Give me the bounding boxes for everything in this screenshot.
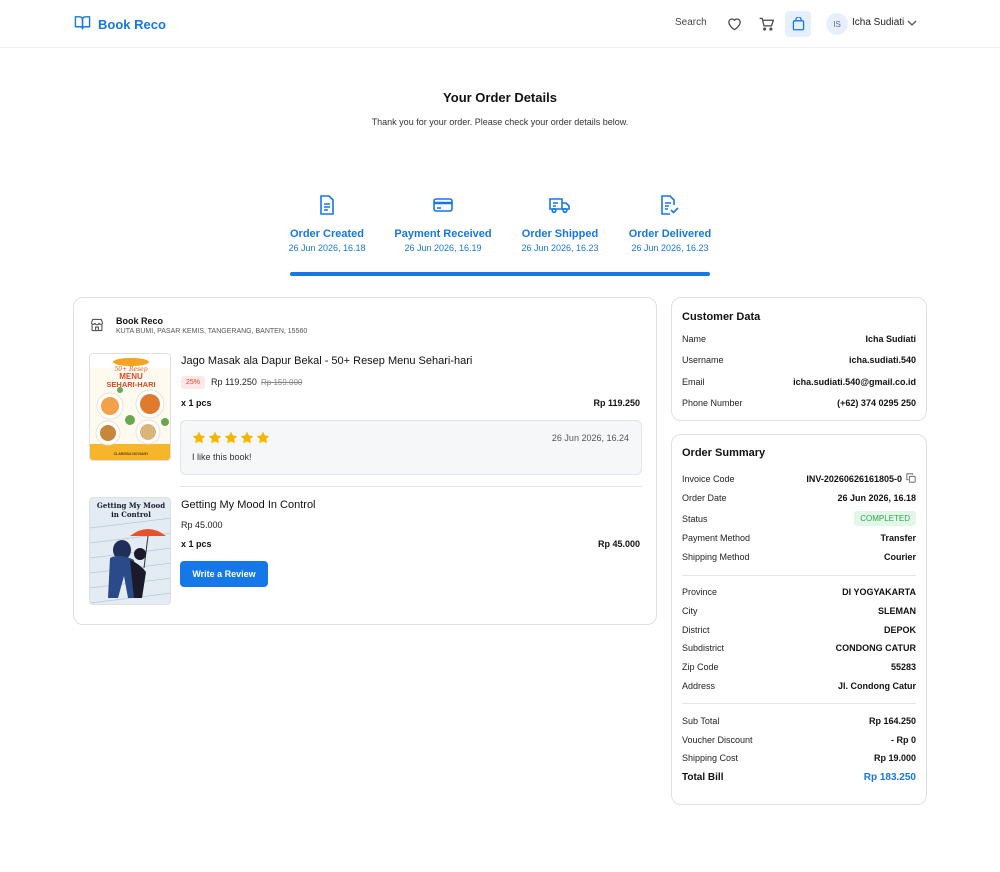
book-cover-image[interactable]: Getting My Mood in Control bbox=[89, 497, 171, 605]
summary-row-city: City SLEMAN bbox=[682, 606, 916, 616]
search-link[interactable]: Search bbox=[675, 17, 707, 28]
review-text: I like this book! bbox=[192, 452, 252, 462]
summary-row-order-date: Order Date 26 Jun 2026, 16.18 bbox=[682, 493, 916, 503]
summary-divider bbox=[682, 703, 916, 704]
summary-row-status: Status COMPLETED bbox=[682, 511, 916, 526]
summary-row-shipping: Shipping Method Courier bbox=[682, 552, 916, 562]
book-title[interactable]: Jago Masak ala Dapur Bekal - 50+ Resep M… bbox=[181, 355, 472, 367]
invoice-code: INV-20260626161805-0 bbox=[806, 474, 902, 484]
status-badge: COMPLETED bbox=[854, 511, 916, 526]
order-summary-card: Order Summary Invoice Code INV-202606261… bbox=[671, 434, 927, 805]
brand-name: Book Reco bbox=[98, 16, 166, 32]
star-icon bbox=[192, 431, 206, 444]
customer-row-name: Name Icha Sudiati bbox=[682, 334, 916, 344]
customer-data-card: Customer Data Name Icha Sudiati Username i… bbox=[671, 297, 927, 421]
customer-row-username: Username icha.sudiati.540 bbox=[682, 355, 916, 365]
cart-icon[interactable] bbox=[754, 12, 778, 36]
discount-badge: 25% bbox=[181, 376, 206, 389]
book-open-icon bbox=[74, 15, 91, 33]
page-title: Your Order Details bbox=[443, 90, 557, 105]
summary-row-address: Address Jl. Condong Catur bbox=[682, 681, 916, 691]
summary-row-district: District DEPOK bbox=[682, 625, 916, 635]
star-icon bbox=[240, 431, 254, 444]
step-order-delivered: Order Delivered 26 Jun 2026, 16.23 bbox=[600, 195, 740, 253]
star-icon bbox=[224, 431, 238, 444]
summary-row-shipping-cost: Shipping Cost Rp 19.000 bbox=[682, 753, 916, 763]
item-total: Rp 119.250 bbox=[593, 398, 640, 408]
summary-row-payment: Payment Method Transfer bbox=[682, 533, 916, 543]
page-subtitle: Thank you for your order. Please check y… bbox=[371, 117, 629, 127]
item-total: Rp 45.000 bbox=[597, 539, 640, 549]
review-box: 26 Jun 2026, 16.24 I like this book! bbox=[180, 420, 642, 475]
chevron-down-icon[interactable] bbox=[907, 18, 917, 30]
summary-row-subtotal: Sub Total Rp 164.250 bbox=[682, 716, 916, 726]
item-quantity: x 1 pcs bbox=[181, 539, 212, 549]
document-check-icon bbox=[600, 195, 740, 217]
user-name[interactable]: Icha Sudiati bbox=[852, 17, 904, 28]
item-price: Rp 45.000 bbox=[181, 520, 223, 530]
summary-row-subdistrict: Subdistrict CONDONG CATUR bbox=[682, 643, 916, 653]
shopping-bag-icon[interactable] bbox=[785, 11, 811, 37]
copy-icon[interactable] bbox=[906, 473, 916, 485]
cover-author: CLARISSA NOVIANY bbox=[114, 452, 149, 456]
avatar[interactable]: IS bbox=[826, 13, 848, 35]
summary-divider bbox=[682, 575, 916, 576]
item-divider bbox=[180, 486, 642, 487]
step-label: Order Delivered bbox=[628, 228, 712, 240]
cover-title-line2: SEHARI-HARI bbox=[106, 380, 155, 389]
card-title: Order Summary bbox=[682, 447, 766, 459]
store-address: KUTA BUMI, PASAR KEMIS, TANGERANG, BANTE… bbox=[116, 328, 308, 335]
customer-row-phone: Phone Number (+62) 374 0295 250 bbox=[682, 398, 916, 408]
order-items-card: Book Reco KUTA BUMI, PASAR KEMIS, TANGER… bbox=[73, 297, 657, 625]
order-progress-bar bbox=[290, 272, 710, 276]
star-icon bbox=[208, 431, 222, 444]
summary-row-invoice: Invoice Code INV-20260626161805-0 bbox=[682, 473, 916, 485]
cover-title-line1: Getting My Mood bbox=[97, 501, 165, 510]
card-title: Customer Data bbox=[682, 311, 761, 323]
heart-icon[interactable] bbox=[722, 12, 746, 36]
cover-title-line2: in Control bbox=[111, 510, 151, 519]
summary-row-zip: Zip Code 55283 bbox=[682, 662, 916, 672]
store-icon bbox=[90, 318, 104, 335]
item-old-price: Rp 159.000 bbox=[261, 378, 303, 387]
star-icon bbox=[256, 431, 270, 444]
top-navbar: Book Reco Search IS Icha Sudiati bbox=[0, 0, 1000, 48]
item-quantity: x 1 pcs bbox=[181, 398, 212, 408]
summary-row-province: Province DI YOGYAKARTA bbox=[682, 587, 916, 597]
summary-row-voucher: Voucher Discount - Rp 0 bbox=[682, 735, 916, 745]
brand-logo[interactable]: Book Reco bbox=[74, 15, 166, 33]
review-date: 26 Jun 2026, 16.24 bbox=[551, 433, 629, 443]
summary-row-total: Total Bill Rp 183.250 bbox=[682, 772, 916, 783]
write-review-button[interactable]: Write a Review bbox=[180, 561, 268, 587]
book-cover-image[interactable]: 50+ Resep MENU SEHARI-HARI CLARISSA NOVI… bbox=[89, 353, 171, 461]
rating-stars bbox=[192, 431, 270, 444]
book-title[interactable]: Getting My Mood In Control bbox=[181, 499, 316, 511]
step-time: 26 Jun 2026, 16.23 bbox=[631, 243, 709, 253]
customer-row-email: Email icha.sudiati.540@gmail.co.id bbox=[682, 377, 916, 387]
item-price: Rp 119.250 bbox=[211, 377, 257, 387]
store-name: Book Reco bbox=[116, 316, 164, 326]
